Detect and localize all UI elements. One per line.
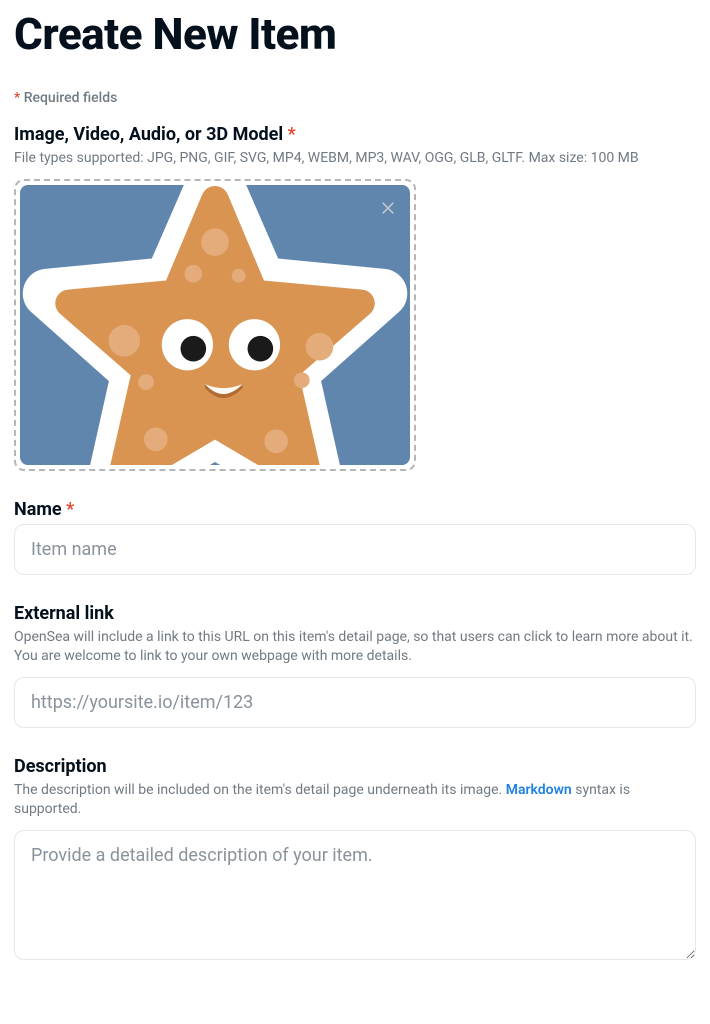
close-icon	[379, 198, 397, 216]
media-required-star: *	[288, 124, 296, 145]
media-help-text: File types supported: JPG, PNG, GIF, SVG…	[14, 149, 696, 169]
markdown-link[interactable]: Markdown	[506, 782, 572, 798]
description-help-pre: The description will be included on the …	[14, 782, 506, 798]
starfish-image	[20, 185, 410, 465]
required-fields-note: * Required fields	[14, 90, 696, 106]
description-textarea[interactable]	[14, 830, 696, 960]
media-upload-dropzone[interactable]	[14, 179, 416, 471]
name-input[interactable]	[14, 524, 696, 575]
media-field: Image, Video, Audio, or 3D Model * File …	[14, 124, 696, 471]
name-label: Name *	[14, 499, 696, 520]
media-label: Image, Video, Audio, or 3D Model *	[14, 124, 696, 145]
name-field: Name *	[14, 499, 696, 575]
external-link-help: OpenSea will include a link to this URL …	[14, 628, 696, 667]
description-label: Description	[14, 756, 696, 777]
name-label-text: Name	[14, 499, 66, 520]
external-link-input[interactable]	[14, 677, 696, 728]
media-preview	[20, 185, 410, 465]
external-link-field: External link OpenSea will include a lin…	[14, 603, 696, 728]
description-field: Description The description will be incl…	[14, 756, 696, 964]
required-fields-text: Required fields	[20, 90, 117, 106]
name-required-star: *	[66, 499, 74, 520]
media-label-text: Image, Video, Audio, or 3D Model	[14, 124, 288, 145]
remove-media-button[interactable]	[374, 193, 402, 221]
page-title: Create New Item	[14, 8, 696, 60]
external-link-label: External link	[14, 603, 696, 624]
description-help: The description will be included on the …	[14, 781, 696, 820]
